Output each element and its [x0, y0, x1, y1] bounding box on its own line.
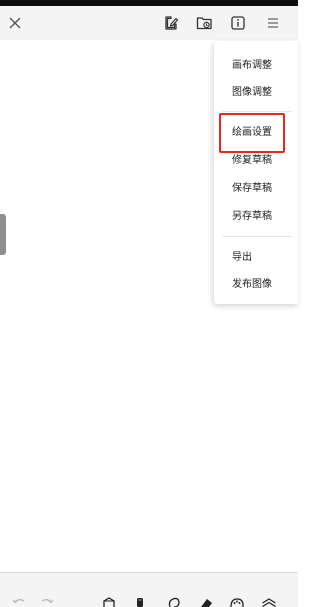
dropdown-menu: 画布调整 图像调整 绘画设置 修复草稿 保存草稿 另存草稿 导出 发布图像	[214, 41, 298, 304]
menu-item-save-draft[interactable]: 保存草稿	[214, 175, 298, 203]
layers-icon	[262, 598, 276, 607]
side-panel-handle[interactable]	[0, 214, 6, 255]
eraser-button[interactable]	[196, 573, 216, 607]
folder-icon	[196, 17, 212, 30]
lasso-button[interactable]	[164, 573, 184, 607]
eraser-icon	[201, 599, 212, 607]
brush-icon	[137, 598, 143, 607]
top-toolbar	[0, 6, 298, 40]
transform-icon	[103, 597, 115, 607]
edit-canvas-icon	[165, 16, 179, 30]
menu-divider	[222, 236, 292, 237]
palette-icon	[230, 598, 244, 607]
menu-item-publish-image[interactable]: 发布图像	[214, 271, 298, 299]
bottom-toolbar	[0, 573, 298, 607]
layers-button[interactable]	[258, 573, 280, 607]
menu-divider	[222, 111, 292, 112]
brush-button[interactable]	[130, 573, 150, 607]
menu-item-image-adjust[interactable]: 图像调整	[214, 79, 298, 107]
menu-item-canvas-adjust[interactable]: 画布调整	[214, 52, 298, 80]
redo-icon	[41, 599, 54, 604]
menu-icon	[268, 18, 278, 28]
folder-button[interactable]	[191, 6, 217, 40]
close-icon	[9, 17, 21, 29]
close-button[interactable]	[2, 6, 28, 40]
info-button[interactable]	[225, 6, 251, 40]
menu-item-export[interactable]: 导出	[214, 244, 298, 272]
highlight-box	[219, 113, 285, 153]
edit-canvas-button[interactable]	[158, 6, 184, 40]
redo-button[interactable]	[36, 573, 58, 607]
menu-item-save-draft-as[interactable]: 另存草稿	[214, 203, 298, 231]
undo-icon	[12, 599, 25, 604]
lasso-icon	[168, 597, 180, 607]
undo-button[interactable]	[8, 573, 30, 607]
menu-button[interactable]	[260, 6, 286, 40]
info-icon	[231, 16, 245, 30]
transform-button[interactable]	[98, 573, 120, 607]
palette-button[interactable]	[226, 573, 248, 607]
